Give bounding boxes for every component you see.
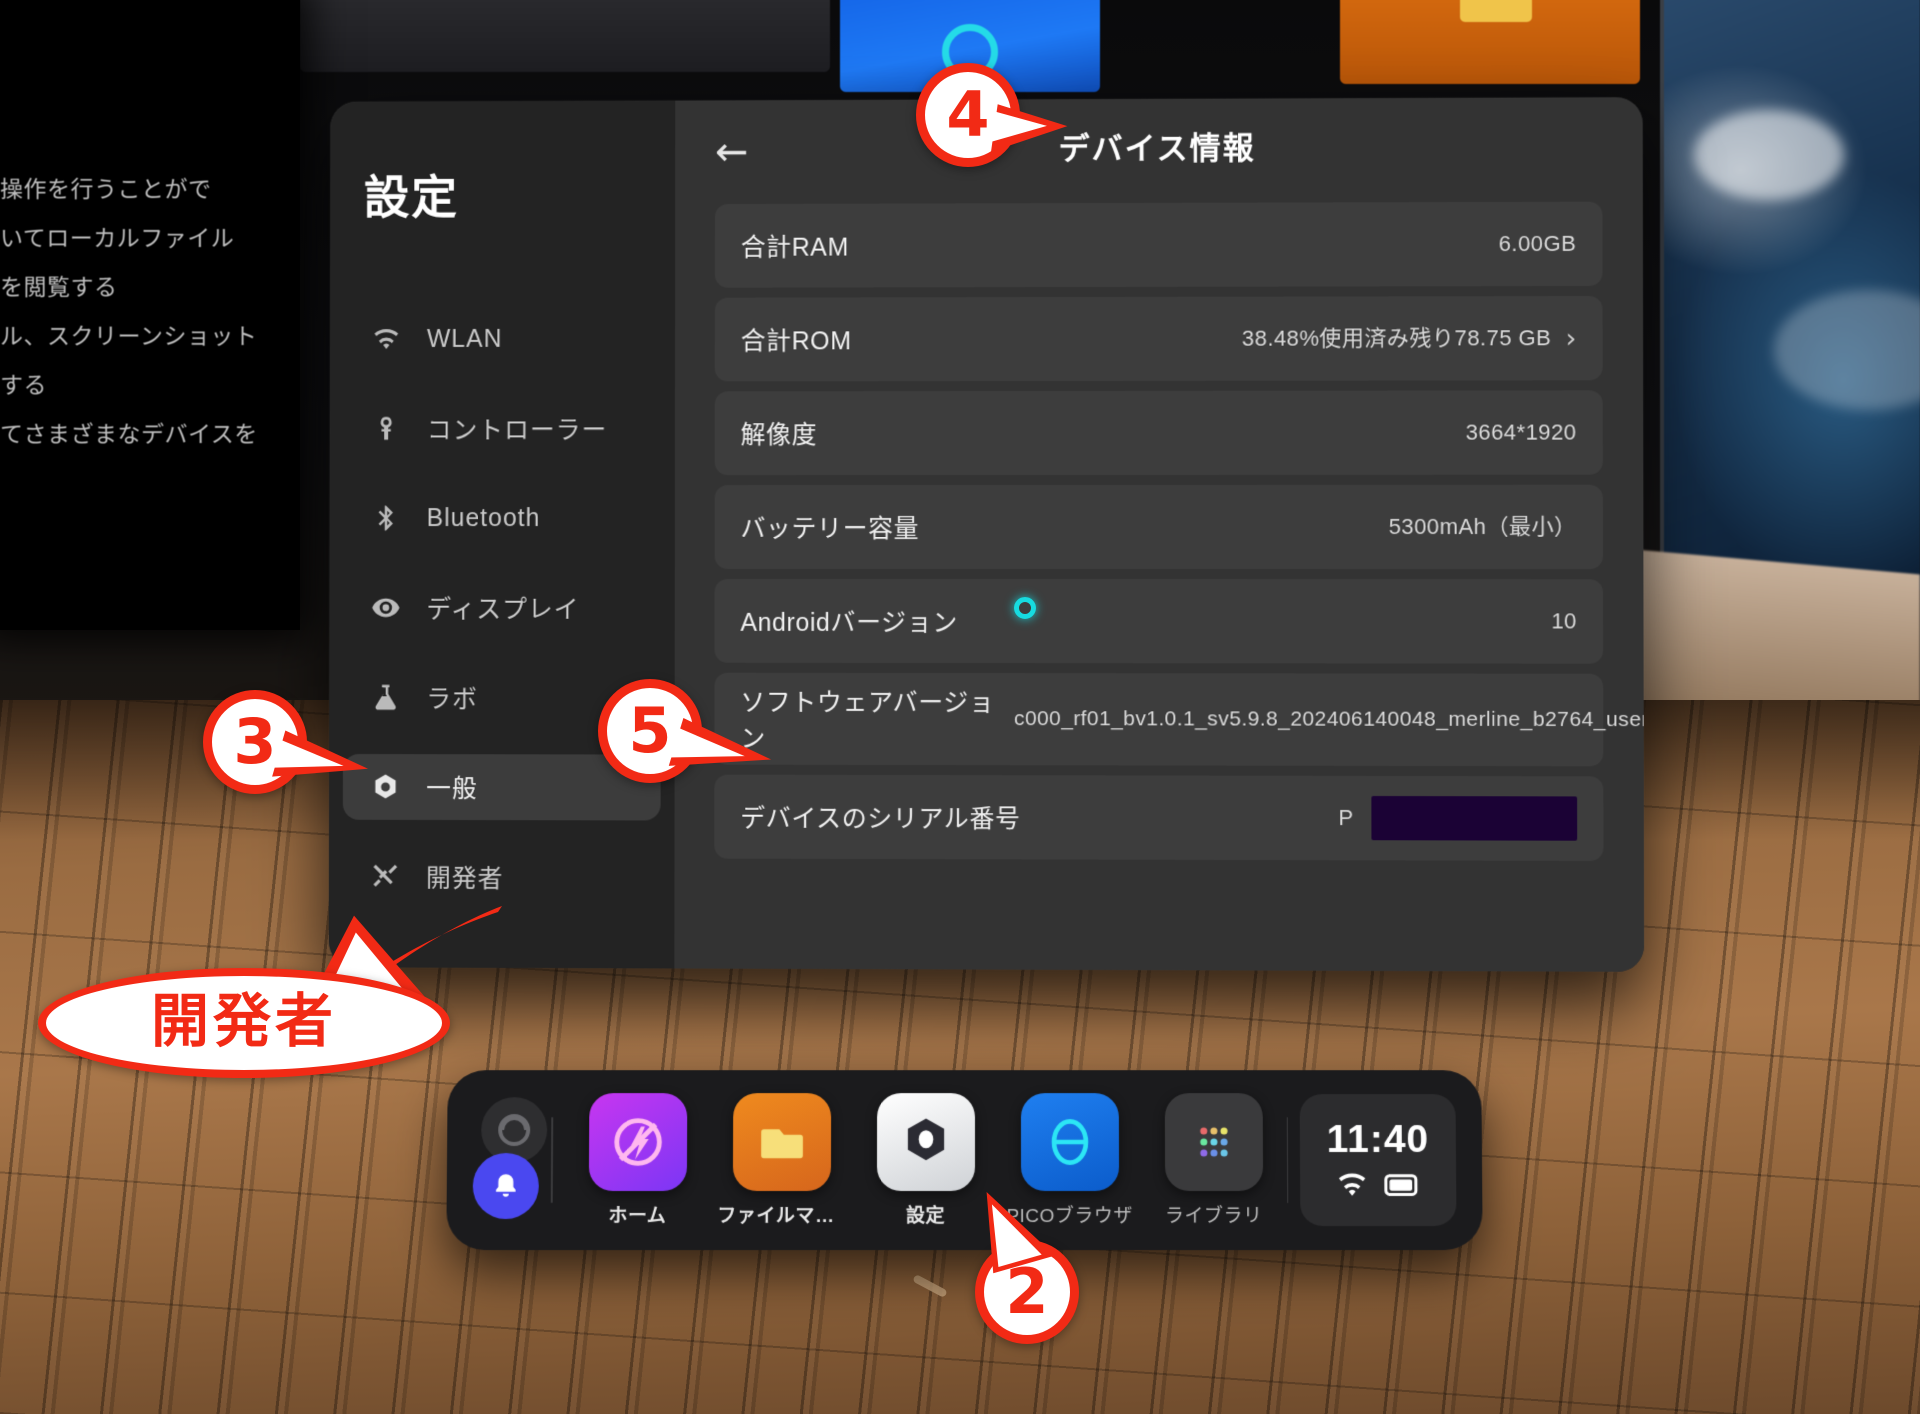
table-row[interactable]: ソフトウェアバージョン c000_rf01_bv1.0.1_sv5.9.8_20… [714, 673, 1603, 767]
dock-app-label: ファイルマネー... [717, 1201, 845, 1228]
sidebar-item-controller[interactable]: コントローラー [344, 395, 661, 461]
table-row[interactable]: 合計RAM 6.00GB [715, 202, 1603, 288]
row-value: 5300mAh（最小） [1389, 510, 1577, 544]
library-icon [1164, 1093, 1262, 1191]
sidebar-item-display[interactable]: ディスプレイ [343, 575, 661, 641]
sidebar-item-bluetooth[interactable]: Bluetooth [343, 485, 661, 551]
sidebar-item-label: ディスプレイ [426, 590, 579, 626]
content-title: デバイス情報 [715, 121, 1602, 169]
row-value: 10 [1551, 604, 1577, 638]
row-label: 合計ROM [741, 321, 852, 357]
status-icon-row [1335, 1168, 1421, 1202]
annotation-step-4: 4 [916, 63, 1020, 167]
background-help-text: 操作を行うことがで いてローカルファイル を閲覧する ル、スクリーンショット す… [0, 165, 270, 459]
dock-app-home[interactable]: ホーム [576, 1093, 699, 1228]
table-row[interactable]: デバイスのシリアル番号 P [714, 775, 1603, 861]
sidebar-item-label: 開発者 [426, 859, 503, 895]
row-label: ソフトウェアバージョン [740, 683, 1014, 755]
wifi-icon [1335, 1168, 1369, 1202]
annotation-label: 開発者 [151, 993, 337, 1051]
home-app-icon [588, 1093, 686, 1191]
sidebar-item-label: Bluetooth [427, 504, 541, 533]
row-label: バッテリー容量 [741, 509, 920, 545]
sidebar-item-label: WLAN [427, 324, 503, 353]
dock-app-label: ホーム [608, 1201, 666, 1228]
table-row[interactable]: 合計ROM 38.48%使用済み残り78.75 GB › [715, 296, 1603, 381]
annotation-step-3: 3 [203, 690, 307, 794]
bg-monitor [1660, 0, 1920, 590]
dock-left-group [472, 1085, 539, 1235]
row-label: デバイスのシリアル番号 [740, 799, 1020, 836]
dock-app-label: ライブラリ [1165, 1201, 1263, 1228]
sidebar-item-label: ラボ [426, 679, 478, 715]
bg-text-line: 操作を行うことがで [0, 165, 270, 214]
settings-app-icon [877, 1093, 975, 1191]
tools-icon [370, 862, 400, 892]
annotation-step-5: 5 [598, 679, 702, 783]
annotation-developer-balloon: 開発者 [38, 968, 450, 1078]
sidebar-item-label: 一般 [426, 769, 478, 805]
dock-status-group: 11:40 [1300, 1094, 1457, 1226]
redaction-bar [1371, 796, 1577, 841]
row-value: 6.00GB [1499, 227, 1577, 261]
battery-icon [1383, 1170, 1421, 1200]
row-value: c000_rf01_bv1.0.1_sv5.9.8_202406140048_m… [1014, 702, 1577, 737]
table-row[interactable]: Androidバージョン 10 [715, 579, 1604, 664]
dock-app-file-manager[interactable]: ファイルマネー... [720, 1093, 842, 1228]
wifi-icon [371, 324, 401, 354]
table-row[interactable]: 解像度 3664*1920 [715, 390, 1603, 475]
notifications-icon[interactable] [473, 1153, 540, 1219]
dock-app-list: ホーム ファイルマネー... 設定 PICOブラウザ ライブラリ [564, 1093, 1275, 1228]
clock: 11:40 [1326, 1118, 1429, 1162]
dock-app-label: 設定 [906, 1201, 945, 1228]
row-value: 38.48%使用済み残り78.75 GB [1242, 321, 1551, 356]
content-header: ← デバイス情報 [715, 97, 1602, 204]
browser-icon [1021, 1093, 1119, 1191]
bg-text-line: ル、スクリーンショット [0, 312, 270, 361]
bluetooth-icon [371, 503, 401, 533]
dock-app-library[interactable]: ライブラリ [1152, 1093, 1275, 1228]
chevron-right-icon: › [1565, 325, 1576, 352]
annotation-step-2: 2 [975, 1240, 1079, 1344]
file-manager-icon [732, 1093, 830, 1191]
taskbar-dock: ホーム ファイルマネー... 設定 PICOブラウザ ライブラリ 11:40 [446, 1070, 1482, 1250]
gear-icon [371, 772, 401, 802]
bg-window-tile-orange [1340, 0, 1640, 84]
row-right-group: P [1338, 796, 1577, 841]
row-label: 解像度 [741, 415, 818, 451]
page-title: 設定 [364, 160, 675, 226]
sidebar-item-label: コントローラー [427, 410, 608, 446]
settings-window: 設定 WLAN コントローラー Bluetooth ディスプレイ ラボ 一般 開… [329, 97, 1644, 972]
bg-window-tile-gray [300, 0, 830, 72]
bg-text-line: を閲覧する [0, 263, 270, 312]
dock-divider [1286, 1117, 1288, 1203]
bg-text-line: いてローカルファイル [0, 214, 270, 263]
status-widget[interactable]: 11:40 [1300, 1094, 1457, 1226]
row-value: P [1338, 805, 1353, 831]
sidebar-nav: WLAN コントローラー Bluetooth ディスプレイ ラボ 一般 開発者 [329, 306, 675, 911]
settings-sidebar: 設定 WLAN コントローラー Bluetooth ディスプレイ ラボ 一般 開… [329, 101, 676, 969]
row-label: Androidバージョン [740, 603, 957, 639]
row-value: 3664*1920 [1466, 415, 1577, 449]
row-label: 合計RAM [741, 228, 849, 264]
dock-app-settings[interactable]: 設定 [865, 1093, 987, 1228]
row-right-group: 38.48%使用済み残り78.75 GB › [1242, 321, 1576, 356]
eye-icon [371, 593, 401, 623]
bg-text-line: てさまざまなデバイスを [0, 410, 270, 459]
dock-divider [551, 1117, 553, 1203]
table-row[interactable]: バッテリー容量 5300mAh（最小） [715, 485, 1603, 569]
sidebar-item-wlan[interactable]: WLAN [344, 306, 661, 372]
device-info-panel: ← デバイス情報 合計RAM 6.00GB 合計ROM 38.48%使用済み残り… [674, 97, 1644, 972]
bg-text-line: する [0, 361, 270, 410]
vr-pointer-cursor [1014, 597, 1036, 619]
device-info-list: 合計RAM 6.00GB 合計ROM 38.48%使用済み残り78.75 GB … [714, 202, 1603, 861]
flask-icon [371, 682, 401, 712]
controller-icon [371, 414, 401, 444]
